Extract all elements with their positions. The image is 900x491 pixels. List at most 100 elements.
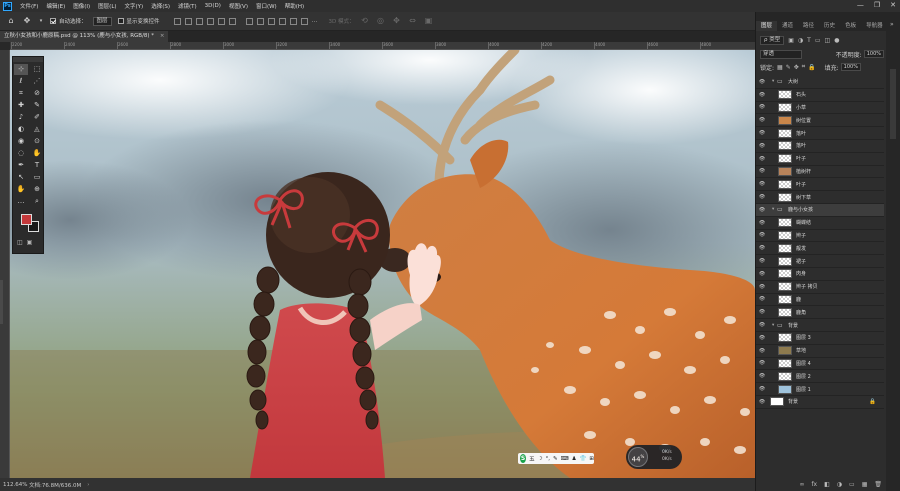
new-group-icon[interactable]: ▭ xyxy=(849,481,855,488)
tab-channels[interactable]: 通道 xyxy=(777,21,798,31)
menu-type[interactable]: 文字(Y) xyxy=(125,2,144,10)
path-selection-tool-icon[interactable]: ↖ xyxy=(14,172,28,183)
minimize-icon[interactable]: — xyxy=(857,1,864,9)
visibility-eye-icon[interactable]: 👁 xyxy=(758,386,766,392)
tab-layers[interactable]: 图层 xyxy=(756,21,778,31)
distribute-bottom-icon[interactable] xyxy=(267,17,275,25)
lock-artboard-icon[interactable]: ⌗ xyxy=(802,63,805,71)
layer-thumbnail[interactable] xyxy=(778,243,792,253)
visibility-eye-icon[interactable]: 👁 xyxy=(758,296,766,302)
layer-group-row[interactable]: 👁 ▾ ▭ 大树 xyxy=(756,76,884,89)
filter-type-icon[interactable]: T xyxy=(807,37,811,44)
layer-row[interactable]: 👁 肉身 xyxy=(756,268,884,281)
shirt-icon[interactable]: 👕 xyxy=(580,456,587,462)
layer-row[interactable]: 👁 叶子 xyxy=(756,178,884,192)
layer-name[interactable]: 鹿与小女孩 xyxy=(788,206,813,213)
layer-row[interactable]: 👁 叶子 xyxy=(756,153,884,166)
layer-name[interactable]: 草地 xyxy=(796,347,806,354)
menu-image[interactable]: 图像(I) xyxy=(73,2,90,10)
visibility-eye-icon[interactable]: 👁 xyxy=(758,194,766,200)
layer-row[interactable]: 👁 图层 2 xyxy=(756,370,884,384)
distribute-hcenter-icon[interactable] xyxy=(289,17,297,25)
rotate-view-tool-icon[interactable]: ⊕ xyxy=(30,184,44,195)
layer-name[interactable]: 树下草 xyxy=(796,194,811,201)
layer-thumbnail[interactable] xyxy=(778,346,792,356)
layer-thumbnail[interactable] xyxy=(778,307,792,317)
layer-row[interactable]: 👁 裙子 xyxy=(756,255,884,268)
layer-thumbnail[interactable] xyxy=(778,154,792,164)
blur-tool-icon[interactable]: ◉ xyxy=(14,136,28,147)
3d-slide-icon[interactable]: ⇔ xyxy=(408,16,418,26)
visibility-eye-icon[interactable]: 👁 xyxy=(758,207,766,213)
3d-scale-icon[interactable]: ▣ xyxy=(424,16,434,26)
filter-adjustment-icon[interactable]: ◑ xyxy=(798,37,803,44)
layer-name[interactable]: 石头 xyxy=(796,91,806,98)
auto-select-target-dropdown[interactable]: 图层 xyxy=(92,16,112,26)
menu-filter[interactable]: 滤镜(T) xyxy=(178,2,197,10)
3d-roll-icon[interactable]: ◎ xyxy=(376,16,386,26)
visibility-eye-icon[interactable]: 👁 xyxy=(758,232,766,238)
grid-icon[interactable]: ⊞ xyxy=(589,456,594,462)
visibility-eye-icon[interactable]: 👁 xyxy=(758,348,766,354)
lasso-tool-icon[interactable]: ℓ xyxy=(14,76,28,87)
close-icon[interactable]: ✕ xyxy=(890,1,896,9)
punctuation-icon[interactable]: °, xyxy=(546,456,551,462)
skin-icon[interactable]: ♟ xyxy=(572,456,577,462)
layer-row[interactable]: 👁 图层 1 xyxy=(756,383,884,396)
layers-scrollbar[interactable] xyxy=(890,69,896,139)
screen-mode-icon[interactable]: ▣ xyxy=(27,239,33,246)
layer-thumbnail[interactable] xyxy=(778,218,792,228)
filter-pixel-icon[interactable]: ▣ xyxy=(788,37,794,44)
layer-name[interactable]: 树位置 xyxy=(796,117,811,124)
quick-mask-icon[interactable]: ◫ xyxy=(17,239,23,246)
adjustment-layer-icon[interactable]: ◑ xyxy=(837,481,842,488)
distribute-vcenter-icon[interactable] xyxy=(256,17,264,25)
layer-name[interactable]: 落叶 xyxy=(796,130,806,137)
visibility-eye-icon[interactable]: 👁 xyxy=(758,360,766,366)
visibility-eye-icon[interactable]: 👁 xyxy=(758,335,766,341)
visibility-eye-icon[interactable]: 👁 xyxy=(758,117,766,123)
add-mask-icon[interactable]: ◧ xyxy=(824,481,830,488)
distribute-right-icon[interactable] xyxy=(300,17,308,25)
layer-name[interactable]: 落叶 xyxy=(796,142,806,149)
visibility-eye-icon[interactable]: 👁 xyxy=(758,373,766,379)
layer-name[interactable]: 靓发 xyxy=(796,245,806,252)
layer-name[interactable]: 背景 xyxy=(788,398,798,405)
layer-name[interactable]: 小草 xyxy=(796,104,806,111)
visibility-eye-icon[interactable]: 👁 xyxy=(758,79,766,85)
opacity-input[interactable]: 100% xyxy=(863,50,884,58)
layer-row[interactable]: 👁 石头 xyxy=(756,89,884,102)
new-layer-icon[interactable]: ▦ xyxy=(862,481,868,488)
layer-row[interactable]: 👁 辫子 拷贝 xyxy=(756,281,884,294)
visibility-eye-icon[interactable]: 👁 xyxy=(758,220,766,226)
layer-thumbnail[interactable] xyxy=(778,102,792,112)
layer-row[interactable]: 👁 树下草 xyxy=(756,191,884,204)
layer-row[interactable]: 👁 背景 🔒 xyxy=(756,396,884,409)
crop-tool-icon[interactable]: ⌗ xyxy=(14,88,28,99)
layer-row[interactable]: 👁 草地 xyxy=(756,345,884,358)
tab-navigator[interactable]: 导航器 xyxy=(861,21,888,31)
filter-toggle-icon[interactable]: ● xyxy=(834,37,839,44)
pen-tool-icon[interactable]: ✒ xyxy=(14,160,28,171)
layer-name[interactable]: 图层 3 xyxy=(796,334,811,341)
visibility-eye-icon[interactable]: 👁 xyxy=(758,309,766,315)
layer-thumbnail[interactable] xyxy=(778,90,792,100)
3d-pan-icon[interactable]: ✥ xyxy=(392,16,402,26)
home-icon[interactable]: ⌂ xyxy=(6,16,16,26)
align-right-icon[interactable] xyxy=(195,17,203,25)
tab-history[interactable]: 历史 xyxy=(819,21,840,31)
distribute-left-icon[interactable] xyxy=(278,17,286,25)
menu-help[interactable]: 帮助(H) xyxy=(285,2,304,10)
zoom-level[interactable]: 112.64% xyxy=(3,482,29,488)
zoom-tool-icon[interactable]: ⌕ xyxy=(30,196,44,207)
layer-name[interactable]: 背景 xyxy=(788,322,798,329)
layer-thumbnail[interactable] xyxy=(778,282,792,292)
lock-pixels-icon[interactable]: ✎ xyxy=(786,64,791,71)
hand-tool-icon[interactable]: ✋ xyxy=(14,184,28,195)
3d-orbit-icon[interactable]: ⟲ xyxy=(360,16,370,26)
marquee-tool-icon[interactable]: ⬚ xyxy=(30,64,44,75)
status-menu-arrow-icon[interactable]: › xyxy=(87,482,89,488)
layer-filter-type-dropdown[interactable]: ρ 类型 xyxy=(760,35,785,45)
collapsed-panel-edge[interactable] xyxy=(0,280,3,324)
visibility-eye-icon[interactable]: 👁 xyxy=(758,245,766,251)
